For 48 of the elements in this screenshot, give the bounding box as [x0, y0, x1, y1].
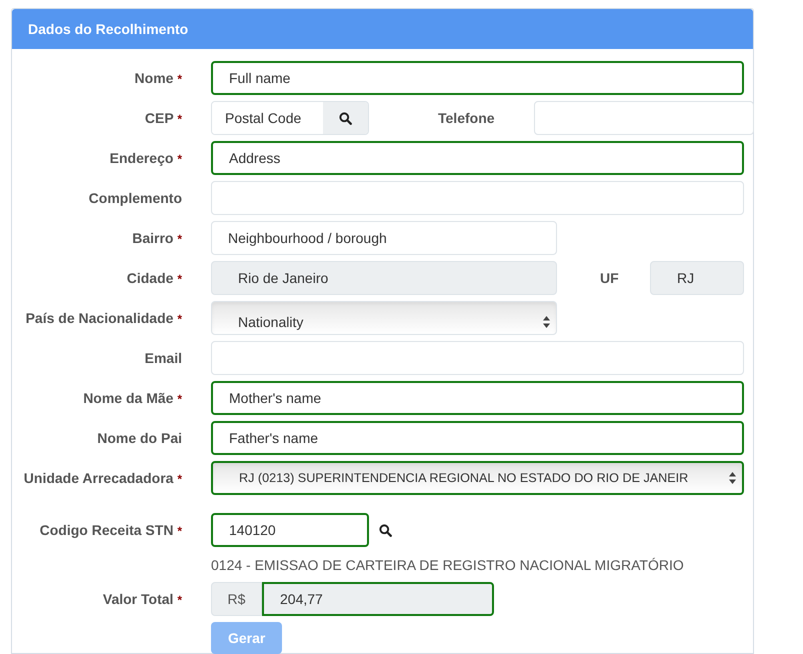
- field-label: Nome do Pai: [97, 430, 182, 446]
- input-field[interactable]: 204,77: [262, 582, 494, 616]
- select-field[interactable]: Nationality: [211, 301, 557, 335]
- field-label: País de Nacionalidade: [26, 310, 174, 326]
- revenue-description: 0124 - EMISSAO DE CARTEIRA DE REGISTRO NACIONAL MIGRATÓRIO: [211, 556, 684, 575]
- search-button[interactable]: [323, 102, 368, 134]
- sort-arrows-icon: [729, 472, 736, 484]
- input-field[interactable]: RJ: [650, 261, 744, 295]
- input-field[interactable]: [534, 101, 754, 135]
- field-label: Email: [144, 350, 182, 366]
- input-field[interactable]: Address: [211, 141, 744, 175]
- required-mark: *: [177, 152, 182, 166]
- select-field[interactable]: RJ (0213) SUPERINTENDENCIA REGIONAL NO ESTADO DO RIO DE JANEIR: [211, 461, 744, 495]
- field-label: UF: [600, 268, 620, 288]
- input-field[interactable]: Rio de Janeiro: [211, 261, 557, 295]
- required-mark: *: [177, 312, 182, 326]
- panel-title: Dados do Recolhimento: [28, 20, 188, 38]
- field-label: Complemento: [88, 190, 182, 206]
- required-mark: *: [177, 592, 182, 606]
- field-label: Valor Total: [102, 590, 174, 606]
- field-label: Nome: [134, 70, 174, 86]
- required-mark: *: [177, 524, 182, 538]
- search-icon: [339, 112, 352, 124]
- required-mark: *: [177, 472, 182, 486]
- field-label: Codigo Receita STN: [40, 522, 174, 538]
- input-field[interactable]: Neighbourhood / borough: [211, 221, 557, 255]
- search-icon: [379, 524, 392, 536]
- field-label: Endereço: [110, 150, 174, 166]
- required-mark: *: [177, 72, 182, 86]
- currency-prefix: R$: [211, 582, 262, 616]
- field-label: Bairro: [132, 230, 174, 246]
- input-field[interactable]: Postal Code: [211, 101, 369, 135]
- field-label: CEP: [144, 110, 174, 126]
- input-field[interactable]: [211, 181, 744, 215]
- input-field[interactable]: Full name: [211, 61, 744, 95]
- required-mark: *: [177, 272, 182, 286]
- field-label: Cidade: [126, 270, 174, 286]
- required-mark: *: [177, 392, 182, 406]
- input-field[interactable]: 140120: [211, 513, 369, 547]
- input-field[interactable]: Mother's name: [211, 381, 744, 415]
- field-label: Telefone: [438, 108, 496, 128]
- field-label: Unidade Arrecadadora: [24, 470, 174, 486]
- required-mark: *: [177, 232, 182, 246]
- input-field[interactable]: Father's name: [211, 421, 744, 455]
- sort-arrows-icon: [543, 316, 550, 328]
- required-mark: *: [177, 112, 182, 126]
- field-label: Nome da Mãe: [83, 390, 174, 406]
- input-field[interactable]: [211, 341, 744, 375]
